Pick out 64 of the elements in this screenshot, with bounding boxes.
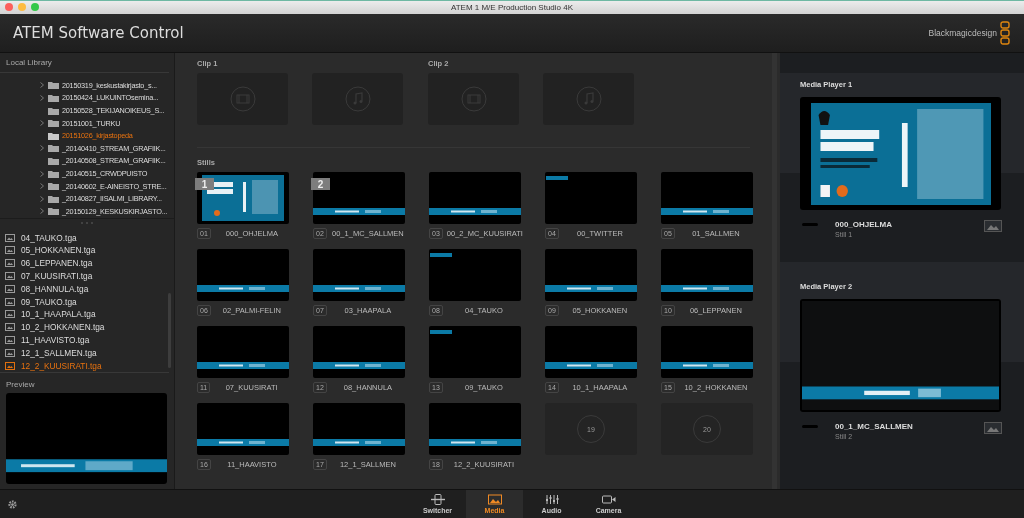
folder-icon: [48, 106, 59, 115]
file-item[interactable]: 12_1_SALLMEN.tga: [0, 346, 174, 360]
close-button[interactable]: [5, 3, 13, 11]
music-note-icon: [575, 86, 602, 112]
clip-name: 000_OHJELMA: [835, 220, 893, 229]
folder-icon: [48, 194, 59, 203]
file-item[interactable]: 04_TAUKO.tga: [0, 231, 174, 245]
image-file-icon: [5, 233, 15, 242]
folder-icon: [48, 119, 59, 128]
file-item[interactable]: 08_HANNULA.tga: [0, 282, 174, 296]
status-dash-icon: [802, 425, 818, 428]
file-item[interactable]: 10_1_HAAPALA.tga: [0, 308, 174, 321]
folder-icon: [48, 182, 59, 191]
clip-slot[interactable]: [197, 73, 288, 125]
image-icon: [984, 220, 1002, 232]
image-file-icon: [5, 246, 15, 255]
mixer-faders-icon: [544, 494, 559, 505]
camera-icon: [601, 494, 616, 505]
app-title: ATEM Software Control: [13, 24, 184, 42]
film-icon: [229, 86, 256, 112]
image-icon: [984, 422, 1002, 434]
clip-slot[interactable]: [312, 73, 403, 125]
clip-name: 00_1_MC_SALLMEN: [835, 422, 914, 431]
section-title: Preview: [6, 380, 36, 391]
folder-icon: [48, 81, 59, 90]
chevron-icon[interactable]: [40, 145, 44, 152]
brand-logo-icon: [1000, 21, 1010, 45]
image-file-icon: [5, 310, 15, 319]
image-file-icon: [5, 336, 15, 344]
image-icon: [487, 494, 502, 505]
folder-icon: [48, 169, 59, 178]
file-item[interactable]: 09_TAUKO.tga: [0, 295, 174, 308]
settings-icon[interactable]: [7, 499, 18, 510]
image-file-icon: [5, 259, 15, 268]
image-file-icon: [5, 361, 15, 370]
folder-icon: [48, 144, 59, 153]
image-file-icon: [5, 297, 15, 306]
file-item[interactable]: 10_2_HOKKANEN.tga: [0, 320, 174, 334]
image-file-icon: [5, 284, 15, 293]
window-title: ATEM 1 M/E Production Studio 4K: [450, 3, 574, 12]
chevron-icon[interactable]: [40, 120, 44, 127]
file-item[interactable]: 05_HOKKANEN.tga: [0, 244, 174, 257]
file-item[interactable]: 12_2_KUUSIRATI.tga: [0, 359, 174, 372]
image-file-icon: [5, 348, 15, 357]
file-item[interactable]: 07_KUUSIRATI.tga: [0, 269, 174, 283]
folder-icon: [48, 93, 59, 102]
status-dash-icon: [802, 223, 818, 226]
brand-name: Blackmagicdesign: [928, 28, 997, 38]
zoom-button[interactable]: [31, 3, 39, 11]
media-player-badge: 2: [311, 178, 330, 190]
clip-slot[interactable]: [428, 73, 519, 125]
image-file-icon: [5, 323, 15, 332]
clip-slot[interactable]: [543, 73, 634, 125]
film-icon: [460, 86, 487, 112]
folder-icon: [48, 131, 59, 140]
switcher-icon: [430, 494, 445, 505]
image-file-icon: [5, 272, 15, 280]
folder-icon: [48, 156, 59, 165]
media-player-badge: 1: [195, 178, 214, 190]
section-title: Local Library: [0, 53, 169, 73]
file-item[interactable]: 11_HAAVISTO.tga: [0, 333, 174, 347]
file-item[interactable]: 06_LEPPANEN.tga: [0, 256, 174, 270]
music-note-icon: [344, 86, 371, 112]
folder-icon: [48, 207, 59, 216]
